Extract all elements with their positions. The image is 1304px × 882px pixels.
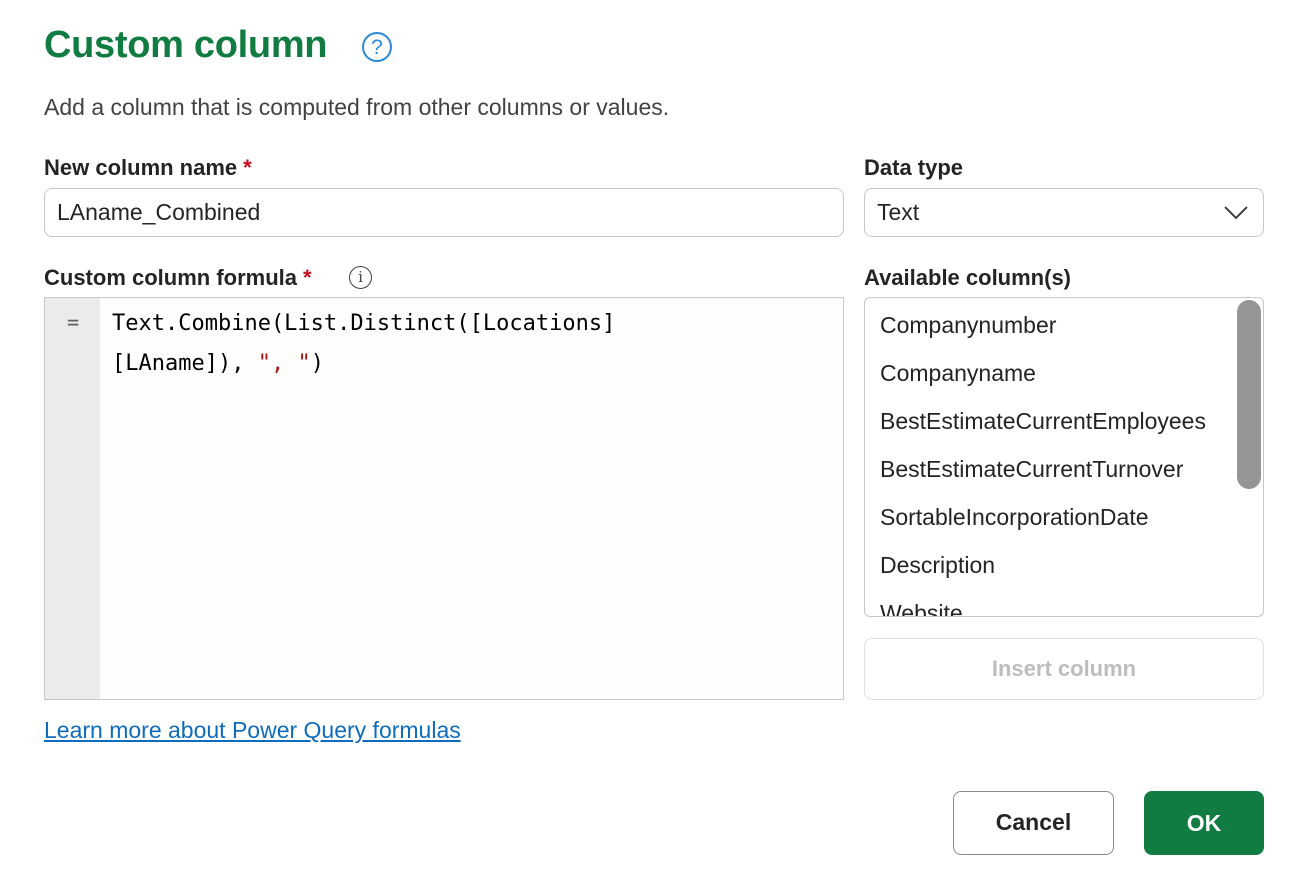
dialog-subtitle: Add a column that is computed from other… <box>44 94 670 120</box>
available-columns-label: Available column(s) <box>864 265 1072 290</box>
scrollbar-thumb[interactable] <box>1237 300 1261 489</box>
info-icon[interactable]: i <box>349 266 372 289</box>
code-line-1: Text.Combine(List.Distinct([Locations] <box>112 311 616 336</box>
list-item[interactable]: BestEstimateCurrentEmployees <box>880 397 1230 445</box>
new-column-name-label: New column name * <box>44 155 252 180</box>
equals-sign: = <box>67 310 80 334</box>
list-item[interactable]: BestEstimateCurrentTurnover <box>880 445 1230 493</box>
available-columns-list[interactable]: Companynumber Companyname BestEstimateCu… <box>864 297 1264 617</box>
required-marker: * <box>243 155 252 180</box>
data-type-value: Text <box>877 199 920 225</box>
data-type-label: Data type <box>864 155 964 180</box>
required-marker: * <box>303 265 312 290</box>
formula-editor[interactable]: = Text.Combine(List.Distinct([Locations]… <box>44 297 844 700</box>
insert-column-button[interactable]: Insert column <box>864 638 1264 700</box>
list-item[interactable]: Description <box>880 541 1230 589</box>
list-item[interactable]: Companyname <box>880 349 1230 397</box>
list-item[interactable]: SortableIncorporationDate <box>880 493 1230 541</box>
string-literal: ", " <box>257 351 311 376</box>
editor-gutter: = <box>45 298 100 699</box>
help-icon[interactable]: ? <box>362 32 392 62</box>
formula-label: Custom column formula * <box>44 265 312 290</box>
list-item[interactable]: Website <box>880 589 1230 616</box>
dialog-title: Custom column <box>44 24 328 66</box>
cancel-button[interactable]: Cancel <box>953 791 1114 855</box>
data-type-select[interactable]: Text <box>864 188 1264 237</box>
formula-code[interactable]: Text.Combine(List.Distinct([Locations] [L… <box>112 304 833 384</box>
chevron-down-icon <box>1224 206 1248 220</box>
new-column-name-input[interactable]: LAname_Combined <box>44 188 844 237</box>
code-line-2: [LAname]), ", ") <box>112 351 324 376</box>
list-item[interactable]: Companynumber <box>880 301 1230 349</box>
ok-button[interactable]: OK <box>1144 791 1264 855</box>
learn-more-link[interactable]: Learn more about Power Query formulas <box>44 717 461 744</box>
